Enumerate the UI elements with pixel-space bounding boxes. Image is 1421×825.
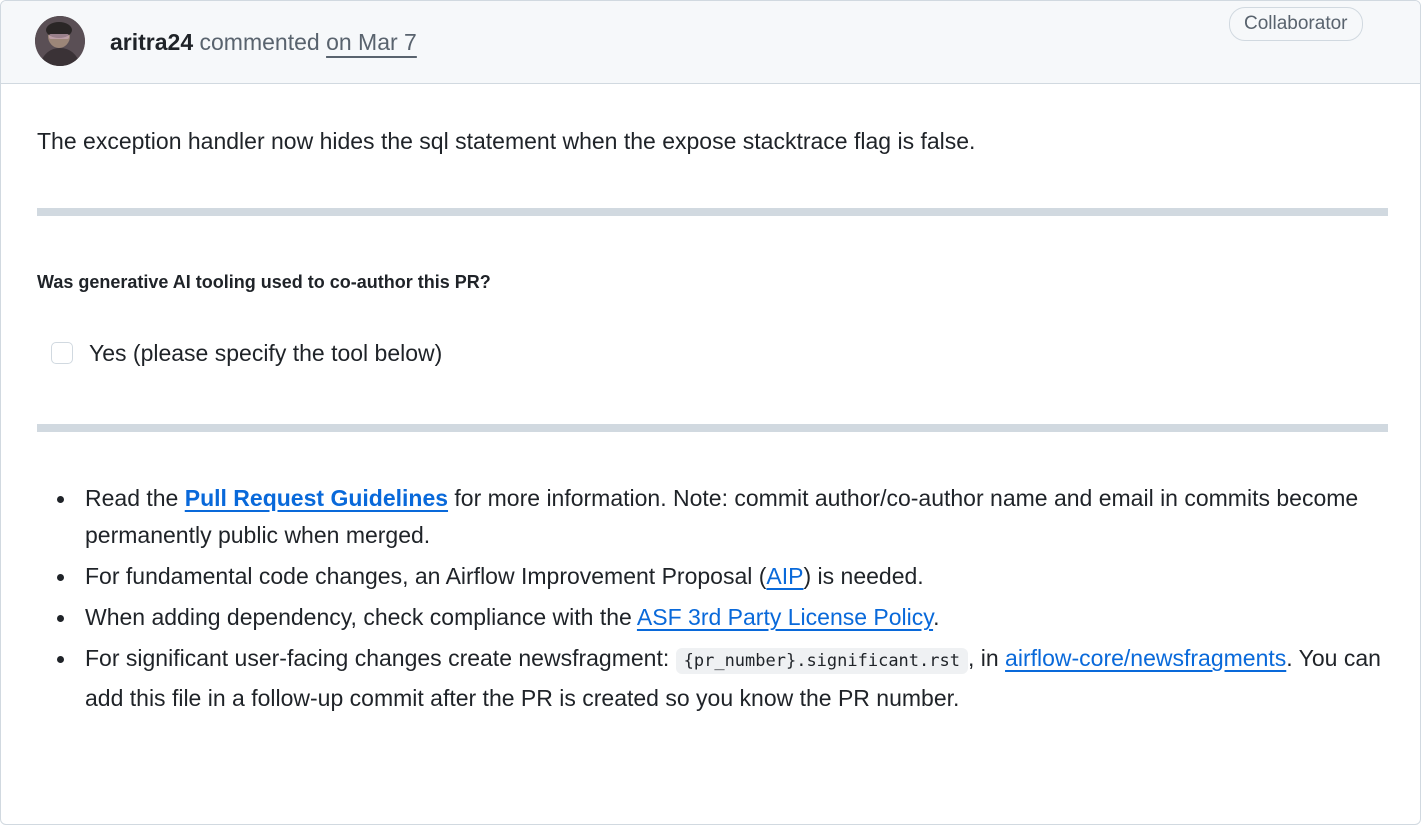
list-text: Read the — [85, 485, 185, 511]
list-text: When adding dependency, check compliance… — [85, 604, 637, 630]
ai-question-heading: Was generative AI tooling used to co-aut… — [37, 272, 491, 292]
list-item: Read the Pull Request Guidelines for mor… — [57, 480, 1395, 554]
task-label: Yes (please specify the tool below) — [89, 340, 443, 366]
author-line: aritra24 commented on Mar 7 — [110, 25, 417, 59]
author-link[interactable]: aritra24 — [110, 29, 193, 55]
action-text: commented — [199, 29, 320, 55]
list-text: For fundamental code changes, an Airflow… — [85, 563, 767, 589]
avatar[interactable] — [35, 16, 85, 66]
inline-code: {pr_number}.significant.rst — [675, 648, 968, 674]
avatar-image — [35, 16, 85, 66]
comment-date-link[interactable]: on Mar 7 — [326, 29, 417, 55]
list-text: , in — [967, 645, 1006, 671]
list-text: For significant user-facing changes crea… — [85, 645, 676, 671]
comment-body-text: The exception handler now hides the sql … — [37, 128, 976, 154]
list-text: . — [933, 604, 940, 630]
list-item: When adding dependency, check compliance… — [57, 599, 1395, 636]
task-checkbox[interactable] — [51, 342, 73, 364]
pull-request-guidelines-link[interactable]: Pull Request Guidelines — [185, 485, 448, 511]
comment-card: aritra24 commented on Mar 7 Collaborator… — [0, 0, 1421, 825]
guidelines-list: Read the Pull Request Guidelines for mor… — [57, 480, 1395, 721]
divider — [37, 208, 1388, 216]
list-item: For significant user-facing changes crea… — [57, 640, 1395, 717]
divider — [37, 424, 1388, 432]
list-text: ) is needed. — [803, 563, 924, 589]
comment-header: aritra24 commented on Mar 7 Collaborator — [1, 1, 1420, 84]
newsfragments-link[interactable]: airflow-core/newsfragments — [1005, 645, 1286, 671]
task-item-yes: Yes (please specify the tool below) — [51, 336, 442, 370]
asf-license-policy-link[interactable]: ASF 3rd Party License Policy — [637, 604, 933, 630]
list-item: For fundamental code changes, an Airflow… — [57, 558, 1395, 595]
aip-link[interactable]: AIP — [766, 563, 803, 589]
collaborator-badge: Collaborator — [1229, 7, 1363, 41]
